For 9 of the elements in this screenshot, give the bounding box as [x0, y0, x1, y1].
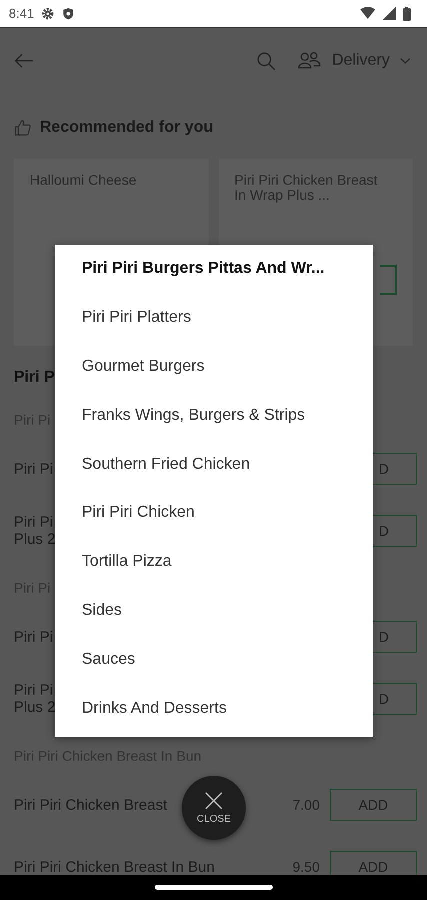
menu-item-name: Piri Piri Chicken Breast [14, 796, 168, 814]
menu-item-name: Piri P [14, 369, 55, 387]
menu-item-name: Piri Pi Plus 2 [14, 514, 56, 548]
status-time: 8:41 [9, 6, 34, 21]
section-title: Recommended for you [40, 119, 214, 137]
menu-item-name: Piri Pi Plus 2 [14, 682, 56, 716]
menu-item-name: Piri Piri Chicken Breast In Bun [14, 858, 215, 876]
menu-item-name: Piri Pi [14, 460, 54, 478]
menu-item-name: Piri Pi [14, 628, 54, 646]
